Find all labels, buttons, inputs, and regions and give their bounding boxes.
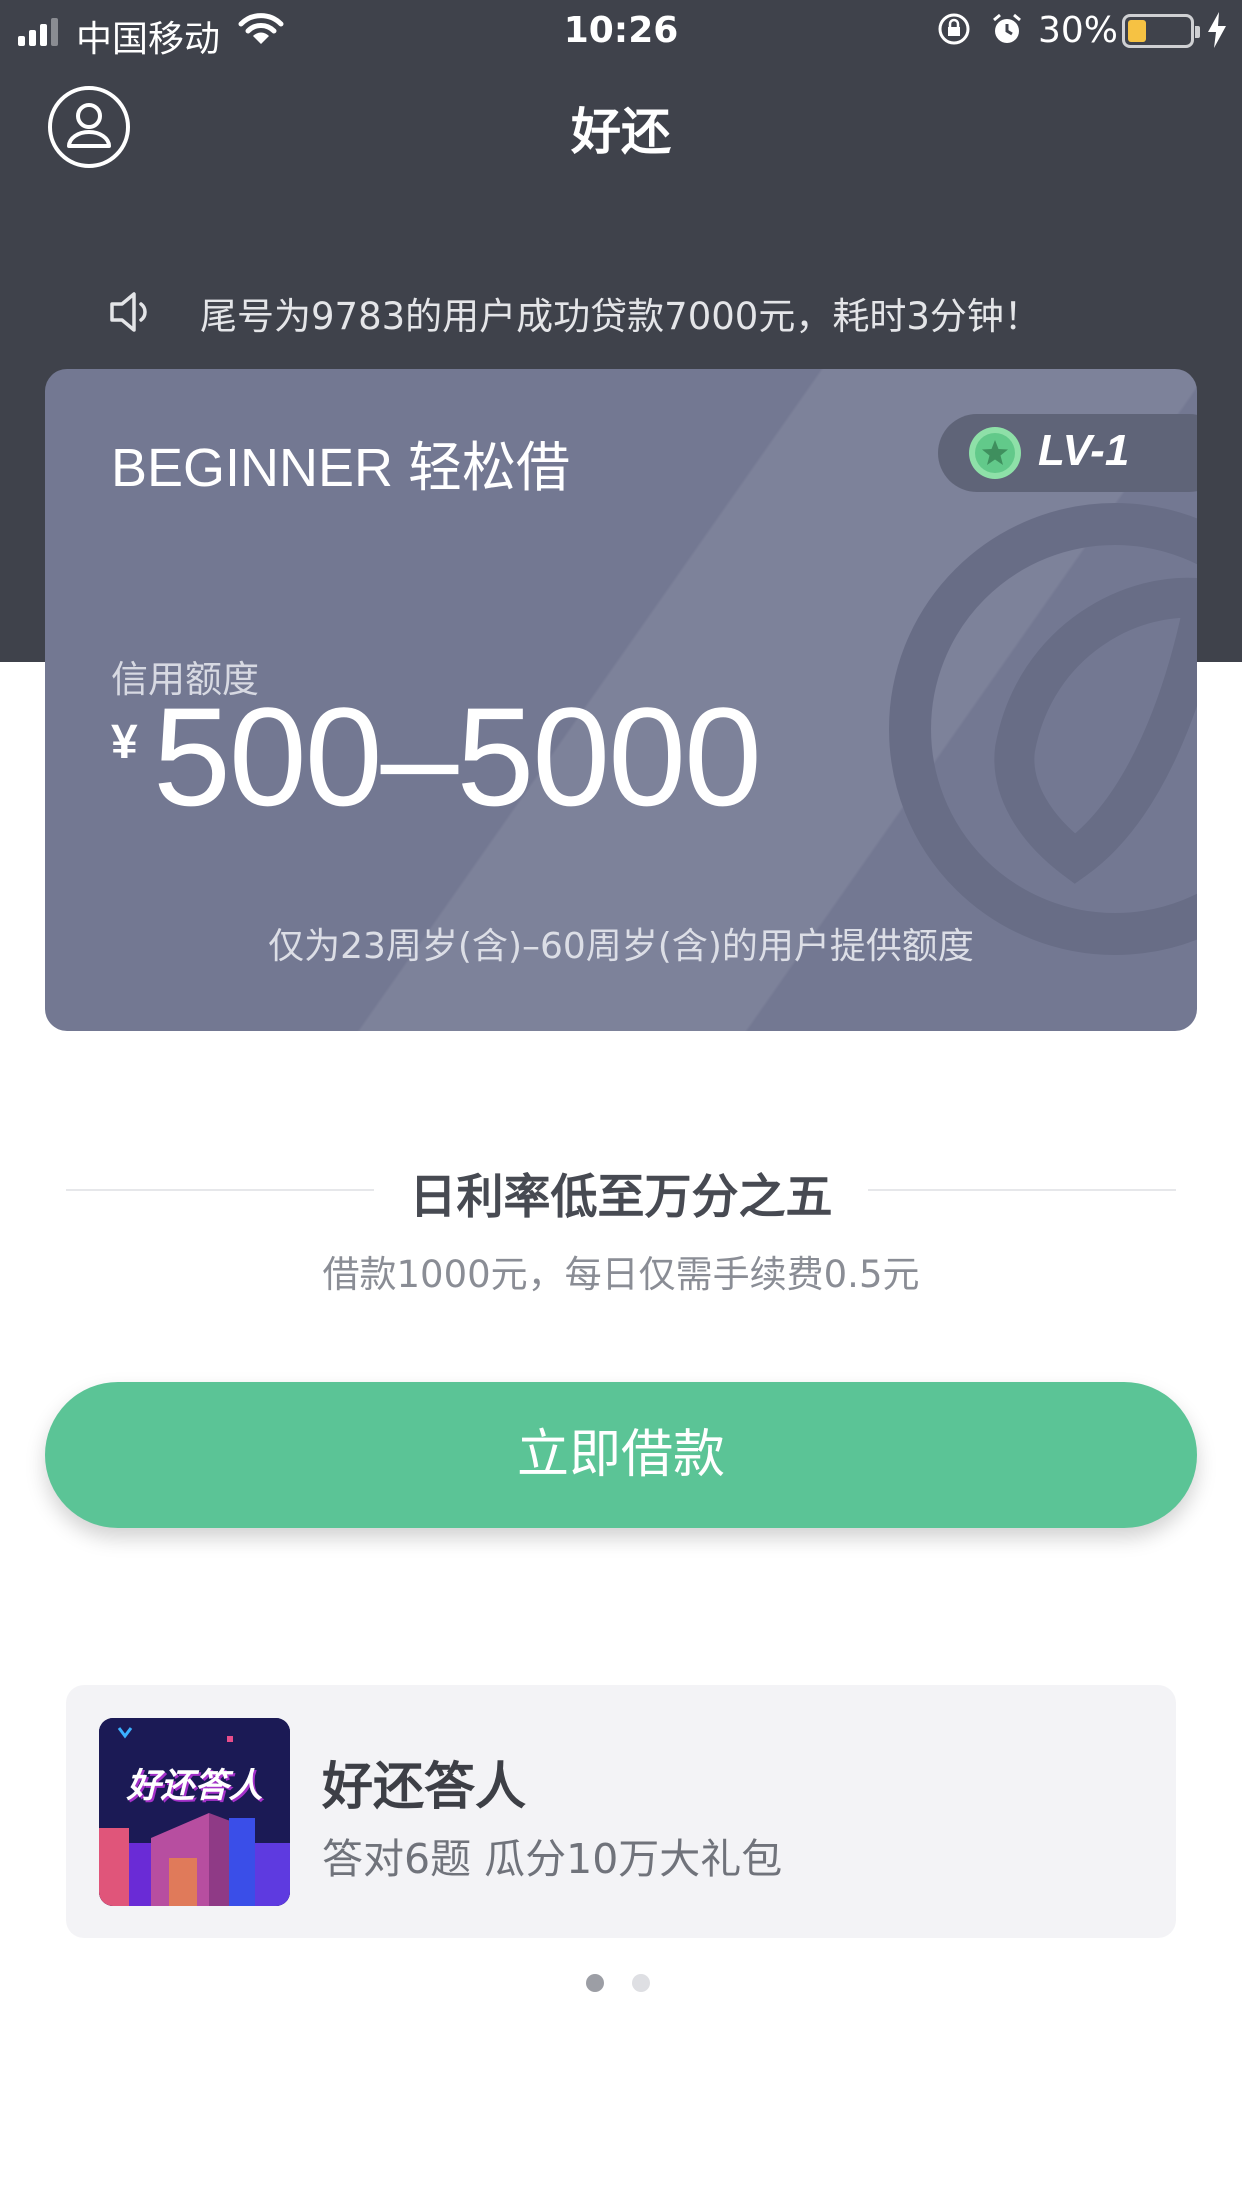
age-eligibility-note: 仅为23周岁(含)–60周岁(含)的用户提供额度: [268, 926, 974, 967]
promo-thumbnail: 好还答人: [99, 1718, 290, 1906]
page-title: 好还: [571, 103, 671, 161]
promo-thumbnail-text: 好还答人: [126, 1766, 263, 1806]
speaker-icon: [110, 292, 147, 332]
credit-card[interactable]: BEGINNER 轻松借 LV-1 信用额度 ¥ 500–5000 仅为23周岁…: [45, 369, 1197, 1031]
carousel-indicator: [586, 1974, 650, 1994]
battery-percent: 30%: [1038, 10, 1119, 51]
currency-symbol: ¥: [111, 716, 138, 769]
alarm-icon: [993, 13, 1021, 43]
orientation-lock-icon: [938, 13, 970, 45]
carousel-dot[interactable]: [632, 1974, 650, 1992]
interest-rate-example: 借款1000元，每日仅需手续费0.5元: [322, 1253, 920, 1296]
borrow-now-button[interactable]: 立即借款: [45, 1382, 1197, 1528]
notice-marquee[interactable]: 尾号为9783的用户成功贷款7000元，耗时3分钟！: [108, 286, 1148, 338]
level-badge: LV-1: [938, 414, 1197, 492]
app-screen: 中国移动 10:26 30% 好还 尾号为9783的用户成功贷款7000元，耗时…: [0, 0, 1242, 2208]
credit-limit-range: 500–5000: [153, 678, 762, 835]
battery-fill: [1128, 20, 1146, 42]
interest-rate-title: 日利率低至万分之五: [409, 1170, 833, 1225]
promo-thumbnail-art: [99, 1718, 290, 1906]
battery-icon: [1122, 14, 1200, 48]
promo-banner[interactable]: 好还答人 好还答人 答对6题 瓜分10万大礼包: [66, 1685, 1176, 1938]
notice-text: 尾号为9783的用户成功贷款7000元，耗时3分钟！: [200, 295, 1041, 338]
promo-subtitle: 答对6题 瓜分10万大礼包: [322, 1835, 783, 1883]
star-badge-icon: [969, 427, 1021, 479]
carousel-dot[interactable]: [586, 1974, 604, 1992]
card-title: BEGINNER 轻松借: [111, 438, 571, 498]
status-bar: 中国移动 10:26 30%: [0, 0, 1242, 62]
charging-bolt-icon: [1208, 12, 1226, 48]
level-text: LV-1: [1038, 426, 1130, 475]
card-watermark-logo: [889, 503, 1197, 955]
promo-title: 好还答人: [322, 1758, 527, 1817]
